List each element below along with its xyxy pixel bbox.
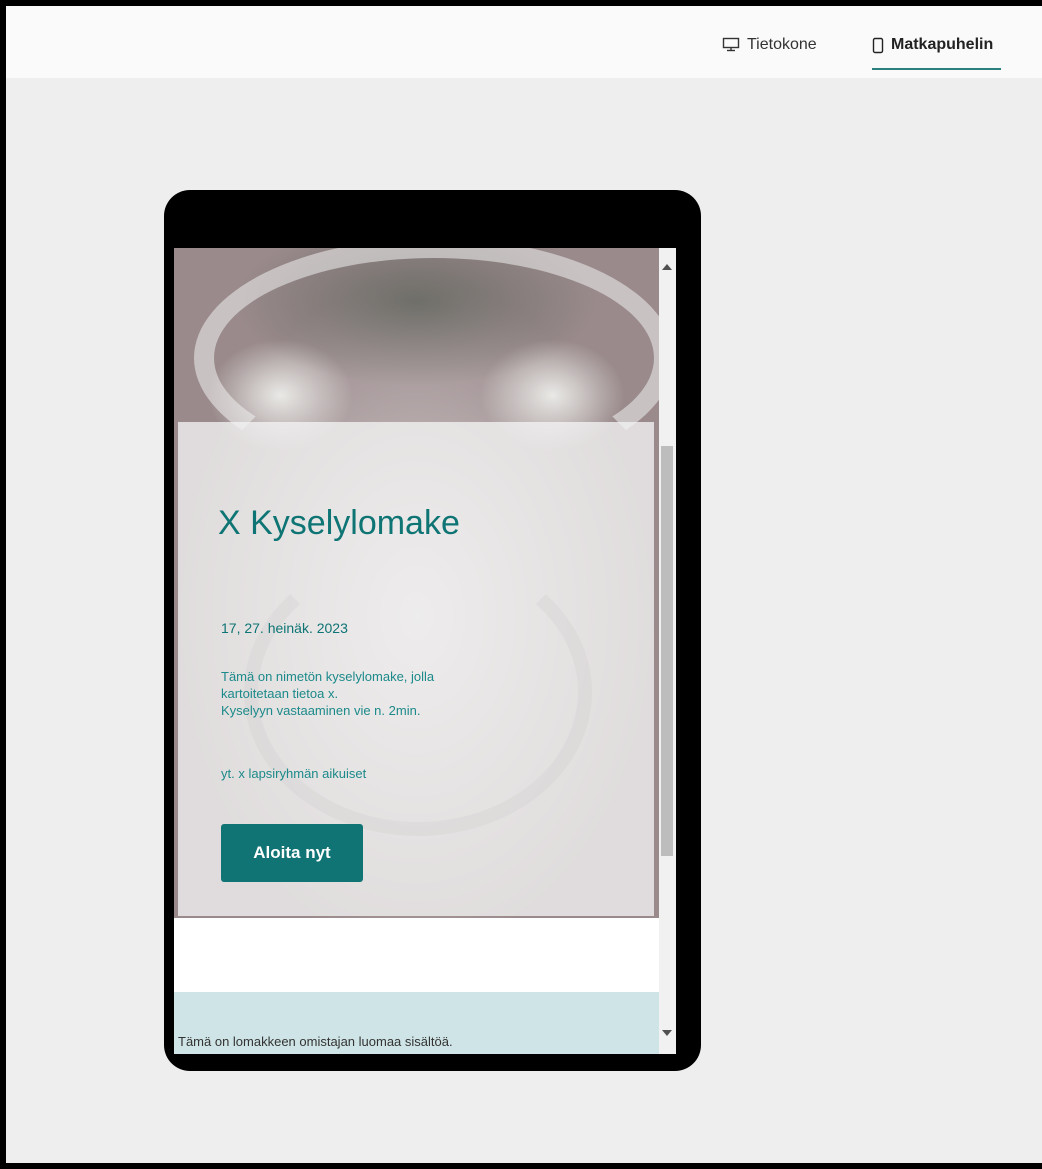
start-button[interactable]: Aloita nyt [221, 824, 363, 882]
description-line: Kyselyyn vastaaminen vie n. 2min. [221, 703, 421, 718]
owner-notice-text: Tämä on lomakkeen omistajan luomaa sisäl… [178, 1034, 453, 1049]
phone-preview: X Kyselylomake 17, 27. heinäk. 2023 Tämä… [164, 190, 701, 1071]
phone-scrollbar[interactable] [659, 248, 676, 1054]
mobile-view-button[interactable]: Matkapuhelin [872, 36, 1002, 72]
preview-toolbar: Tietokone Matkapuhelin [6, 6, 1042, 78]
form-title: X Kyselylomake [218, 504, 460, 542]
scroll-down-icon[interactable] [662, 1030, 672, 1036]
phone-screen: X Kyselylomake 17, 27. heinäk. 2023 Tämä… [174, 248, 659, 1054]
form-date: 17, 27. heinäk. 2023 [221, 620, 348, 636]
monitor-icon [722, 37, 740, 52]
description-line: kartoitetaan tietoa x. [221, 686, 339, 701]
desktop-view-label: Tietokone [747, 36, 817, 53]
desktop-view-button[interactable]: Tietokone [722, 36, 817, 72]
scroll-up-icon[interactable] [662, 264, 672, 270]
scrollbar-thumb[interactable] [661, 446, 673, 856]
form-description: Tämä on nimetön kyselylomake, jolla kart… [221, 668, 581, 719]
form-audience: yt. x lapsiryhmän aikuiset [221, 766, 367, 781]
description-line: Tämä on nimetön kyselylomake, jolla [221, 669, 435, 684]
owner-notice: Tämä on lomakkeen omistajan luomaa sisäl… [174, 992, 659, 1054]
mobile-view-label: Matkapuhelin [891, 36, 994, 53]
preview-frame: Tietokone Matkapuhelin X Kyselylomake 17… [6, 6, 1042, 1163]
smartphone-icon [872, 37, 884, 54]
